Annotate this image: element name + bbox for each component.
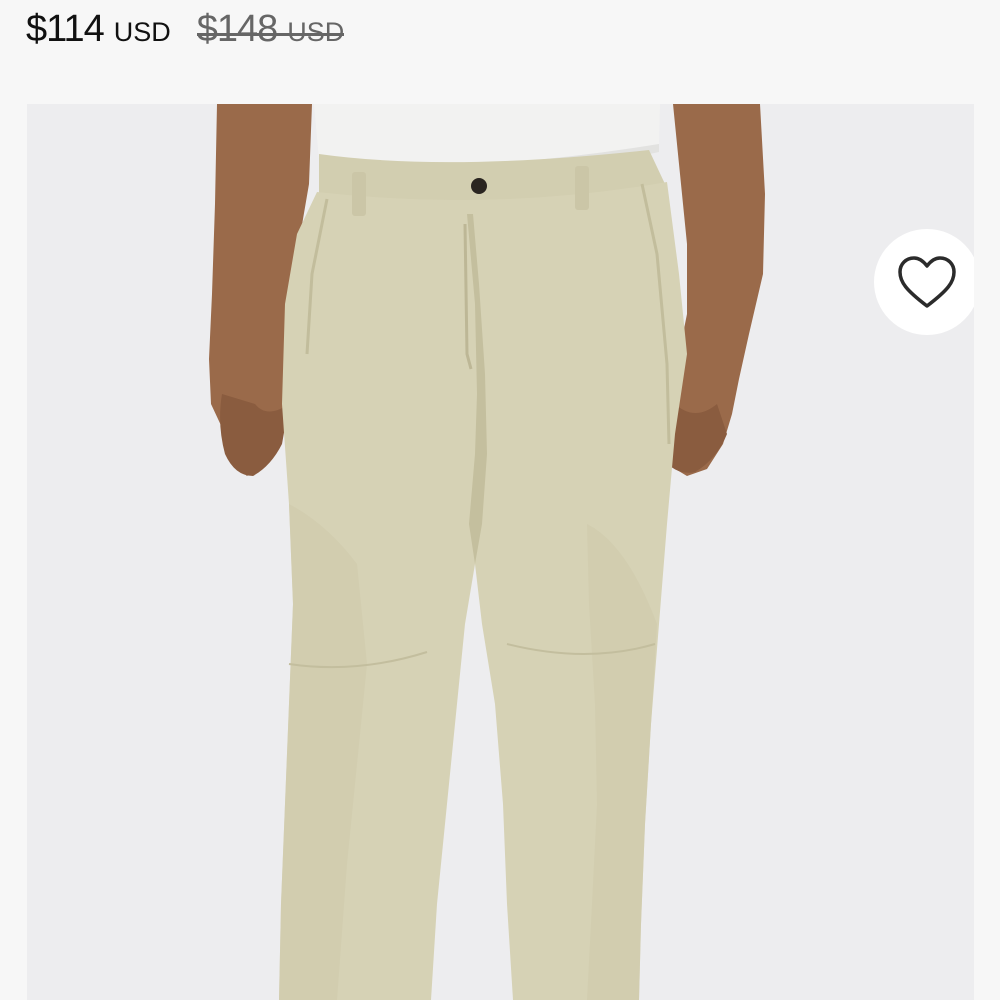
heart-outline-icon xyxy=(898,256,956,308)
wishlist-button[interactable] xyxy=(874,229,974,335)
product-image[interactable] xyxy=(27,104,974,1000)
sale-price: $114 xyxy=(26,8,105,50)
original-price: $148 USD xyxy=(196,8,345,51)
product-image-card[interactable] xyxy=(27,104,974,1000)
sale-price-currency: USD xyxy=(113,17,171,47)
price-row: $114 USD $148 USD xyxy=(26,8,344,64)
original-price-amount: $148 xyxy=(196,8,279,50)
original-price-currency: USD xyxy=(287,17,345,47)
product-page: $114 USD $148 USD xyxy=(0,0,1000,1000)
